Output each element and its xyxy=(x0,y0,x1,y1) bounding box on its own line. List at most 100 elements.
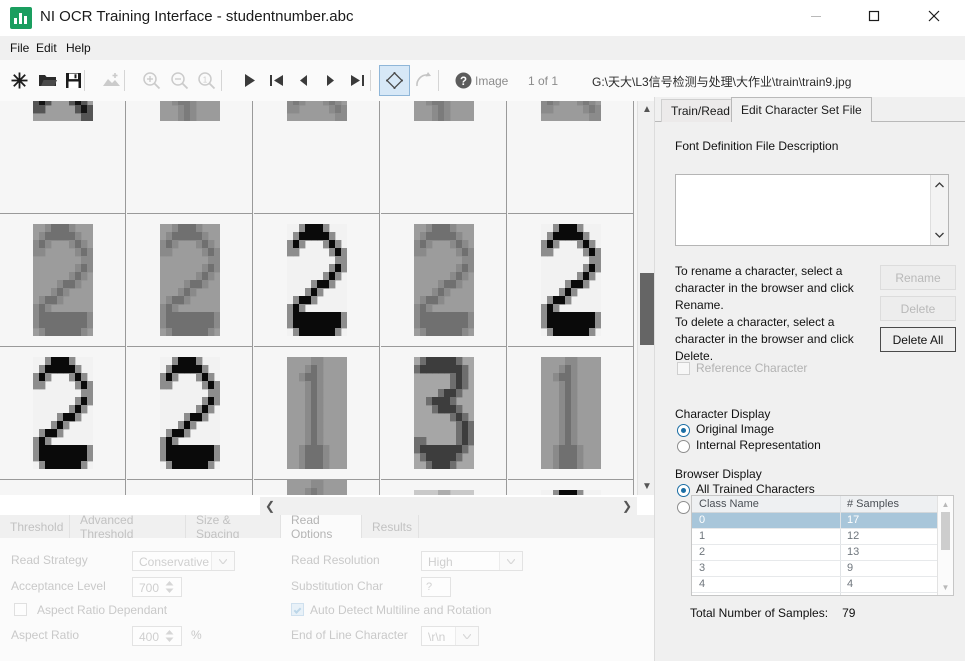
acceptance-level-stepper[interactable]: 700 xyxy=(132,577,182,597)
image-path: G:\天大\L3信号检测与处理\大作业\train\train9.jpg xyxy=(592,75,852,89)
tab-label: Advanced Threshold xyxy=(80,512,134,541)
description-textarea[interactable] xyxy=(675,174,949,246)
character-cell[interactable] xyxy=(508,101,634,214)
roi-tool-button[interactable] xyxy=(379,65,410,96)
radio-internal-representation[interactable] xyxy=(677,440,690,453)
spinner-icon[interactable] xyxy=(165,580,179,595)
add-image-button[interactable] xyxy=(96,65,127,96)
description-scrollbar[interactable] xyxy=(930,175,948,245)
character-cell[interactable] xyxy=(254,480,380,495)
character-cell[interactable] xyxy=(381,347,507,480)
read-strategy-select[interactable]: Conservative xyxy=(132,551,235,571)
read-resolution-select[interactable]: High xyxy=(421,551,523,571)
title-bar: NI OCR Training Interface - studentnumbe… xyxy=(0,0,965,36)
character-browser[interactable] xyxy=(0,101,637,495)
character-cell[interactable] xyxy=(254,214,380,347)
delete-all-button[interactable]: Delete All xyxy=(880,327,956,352)
new-character-set-button[interactable] xyxy=(4,65,35,96)
next-icon xyxy=(327,75,334,86)
table-scrollbar[interactable]: ▲ ▼ xyxy=(937,496,953,595)
rename-button[interactable]: Rename xyxy=(880,265,956,290)
reference-character-checkbox[interactable] xyxy=(677,362,690,375)
maximize-button[interactable] xyxy=(851,0,897,32)
bottom-tab-read-options[interactable]: Read Options xyxy=(281,513,362,541)
scrollbar-thumb[interactable] xyxy=(640,273,654,345)
character-cell[interactable] xyxy=(127,347,253,480)
character-cell[interactable] xyxy=(127,480,253,495)
right-tab-edit-character-set-file[interactable]: Edit Character Set File xyxy=(731,97,872,122)
floppy-save-icon xyxy=(66,73,81,88)
close-button[interactable] xyxy=(911,0,957,32)
character-cell[interactable] xyxy=(254,101,380,214)
table-row[interactable]: 39 xyxy=(692,561,953,577)
right-tab-train-read[interactable]: Train/Read xyxy=(661,99,740,122)
chevron-down-icon xyxy=(455,627,478,645)
menu-edit[interactable]: Edit xyxy=(32,40,61,56)
menu-file[interactable]: File xyxy=(6,40,33,56)
spinner-icon[interactable] xyxy=(165,629,179,644)
auto-detect-checkbox[interactable] xyxy=(291,603,304,616)
substitution-char-input[interactable]: ? xyxy=(421,577,451,597)
minimize-button[interactable] xyxy=(793,0,839,32)
column-divider xyxy=(840,513,841,528)
character-cell[interactable] xyxy=(0,347,126,480)
scroll-up-button[interactable] xyxy=(931,177,948,193)
character-cell[interactable] xyxy=(0,480,126,495)
delete-button[interactable]: Delete xyxy=(880,296,956,321)
table-row[interactable]: 44 xyxy=(692,577,953,593)
table-row[interactable]: 1 12 xyxy=(692,529,953,545)
zoom-out-icon xyxy=(171,72,189,90)
delete-help-text: To delete a character, select a characte… xyxy=(675,315,854,363)
scroll-down-button[interactable]: ▼ xyxy=(938,580,953,594)
character-cell[interactable] xyxy=(0,101,126,214)
character-display-title: Character Display xyxy=(675,407,771,421)
aspect-ratio-stepper[interactable]: 400 xyxy=(132,626,182,646)
character-cell[interactable] xyxy=(508,480,634,495)
scroll-down-button[interactable] xyxy=(931,227,948,243)
bottom-tab-results[interactable]: Results xyxy=(362,515,419,538)
zoom-1to1-icon: 1 xyxy=(198,72,216,90)
aspect-ratio-dependant-checkbox[interactable] xyxy=(14,603,27,616)
radio-internal-representation-label[interactable]: Internal Representation xyxy=(696,438,821,452)
bottom-tab-advanced-threshold[interactable]: Advanced Threshold xyxy=(70,512,186,541)
character-cell[interactable] xyxy=(381,480,507,495)
end-of-line-select[interactable]: \r\n xyxy=(421,626,479,646)
minimize-icon xyxy=(811,16,821,17)
hscroll-right-button[interactable]: ❯ xyxy=(617,497,637,515)
character-cell[interactable] xyxy=(0,214,126,347)
bottom-tab-threshold[interactable]: Threshold xyxy=(0,515,70,538)
character-cell[interactable] xyxy=(254,347,380,480)
character-cell[interactable] xyxy=(381,101,507,214)
menu-help[interactable]: Help xyxy=(62,40,95,56)
skip-first-icon xyxy=(270,75,283,86)
column-divider xyxy=(840,577,841,592)
radio-characters-of-class[interactable] xyxy=(677,501,690,514)
skip-last-icon xyxy=(351,75,364,86)
character-cell[interactable] xyxy=(508,347,634,480)
radio-original-image[interactable] xyxy=(677,424,690,437)
tab-label: Results xyxy=(372,519,413,534)
character-cell[interactable] xyxy=(381,214,507,347)
substitution-char-value: ? xyxy=(426,581,433,593)
last-image-button[interactable] xyxy=(342,65,373,96)
read-options-panel: Read Strategy Conservative Acceptance Le… xyxy=(0,538,655,661)
table-row[interactable]: 0 17 xyxy=(692,513,953,529)
rotate-tool-button[interactable] xyxy=(408,65,439,96)
zoom-actual-button[interactable]: 1 xyxy=(191,65,222,96)
zoom-in-button[interactable] xyxy=(136,65,167,96)
radio-original-image-label[interactable]: Original Image xyxy=(696,422,774,436)
cell-class-name: 1 xyxy=(699,530,706,542)
character-cell[interactable] xyxy=(127,214,253,347)
character-cell[interactable] xyxy=(127,101,253,214)
table-row[interactable]: 2 13 xyxy=(692,545,953,561)
radio-all-trained-characters[interactable] xyxy=(677,484,690,497)
scroll-up-button[interactable]: ▲ xyxy=(938,497,953,511)
class-table[interactable]: Class Name # Samples 0 17 1 12 2 13 3 9 4 4 ▲ ▼ xyxy=(691,495,954,596)
bottom-tab-size-spacing[interactable]: Size & Spacing xyxy=(186,513,281,541)
character-cell[interactable] xyxy=(508,214,634,347)
radio-all-trained-characters-label[interactable]: All Trained Characters xyxy=(696,482,815,496)
read-resolution-label: Read Resolution xyxy=(291,553,380,567)
image-label: Image xyxy=(475,74,509,88)
scrollbar-thumb[interactable] xyxy=(941,512,950,550)
ni-logo-icon xyxy=(10,7,32,29)
